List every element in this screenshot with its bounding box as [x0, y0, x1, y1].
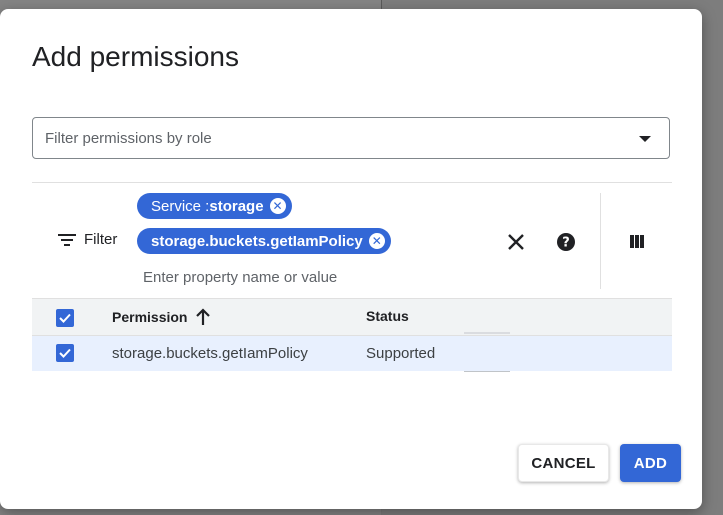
cancel-button[interactable]: CANCEL: [518, 444, 609, 482]
add-permissions-dialog: Add permissions Filter permissions by ro…: [0, 9, 702, 509]
filter-label: Filter: [84, 231, 118, 248]
column-header-label: Permission: [112, 309, 188, 325]
row-checkbox[interactable]: [56, 344, 74, 362]
permission-cell: storage.buckets.getIamPolicy: [112, 345, 308, 362]
column-header-permission[interactable]: Permission: [112, 308, 211, 326]
column-display-options-button[interactable]: [625, 230, 649, 254]
help-button[interactable]: ?: [554, 230, 578, 254]
check-icon: [59, 313, 71, 323]
row-divider: [464, 371, 510, 372]
check-icon: [59, 348, 71, 358]
filter-property-input[interactable]: [143, 269, 443, 286]
filter-icon: [58, 233, 76, 246]
clear-filters-button[interactable]: [504, 230, 528, 254]
chip-value: storage: [209, 197, 264, 215]
column-resize-handle[interactable]: [464, 332, 510, 334]
chip-remove-icon[interactable]: ✕: [368, 233, 385, 249]
permissions-table: Permission Status storage.buckets.getIam…: [32, 298, 672, 372]
arrow-up-icon: [196, 308, 211, 325]
toolbar-divider: [600, 193, 601, 289]
filter-chip-service[interactable]: Service : storage ✕: [137, 193, 292, 219]
role-filter-select[interactable]: Filter permissions by role: [32, 117, 670, 159]
role-filter-placeholder: Filter permissions by role: [45, 130, 212, 147]
dialog-title: Add permissions: [32, 41, 239, 72]
select-all-checkbox[interactable]: [56, 309, 74, 327]
chip-value: storage.buckets.getIamPolicy: [151, 232, 363, 250]
status-cell: Supported: [366, 345, 436, 362]
svg-text:?: ?: [562, 236, 570, 251]
chip-remove-icon[interactable]: ✕: [269, 198, 286, 214]
table-header: Permission Status: [32, 298, 672, 336]
dropdown-caret-icon: [639, 136, 651, 142]
filter-bar: Filter Service : storage ✕ storage.bucke…: [32, 182, 672, 299]
help-icon: ?: [557, 233, 575, 251]
chip-key: Service :: [151, 197, 210, 215]
add-button[interactable]: ADD: [620, 444, 681, 482]
columns-icon: [630, 235, 644, 248]
table-row[interactable]: storage.buckets.getIamPolicy Supported: [32, 336, 672, 372]
filter-toggle[interactable]: Filter: [58, 231, 117, 248]
close-icon: [508, 234, 524, 250]
filter-chip-permission[interactable]: storage.buckets.getIamPolicy ✕: [137, 228, 391, 254]
column-header-status[interactable]: Status: [366, 308, 409, 324]
